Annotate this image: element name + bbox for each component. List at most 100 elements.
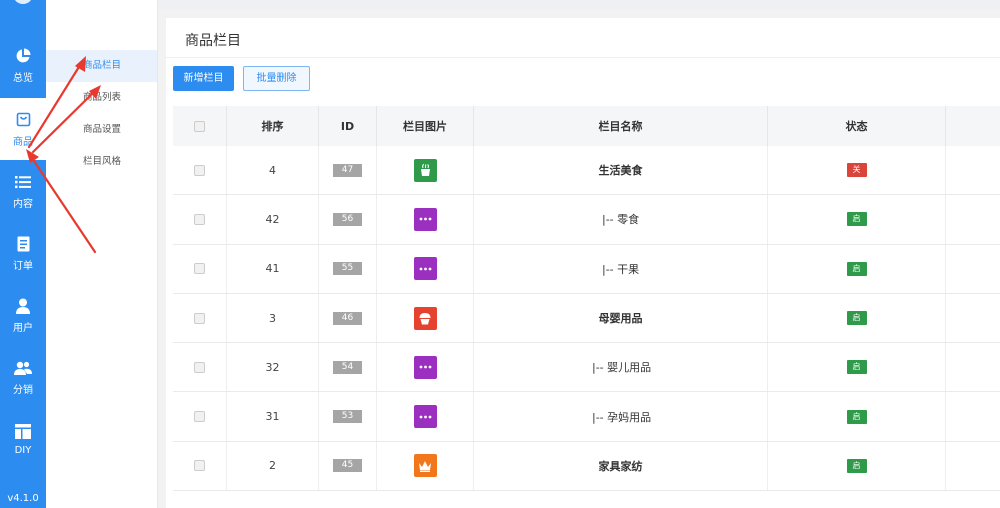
nav-overview[interactable]: 总览 xyxy=(0,34,46,96)
status-badge[interactable]: 启 xyxy=(846,409,867,424)
status-badge[interactable]: 启 xyxy=(846,458,867,473)
row-status-cell: 启 xyxy=(768,343,946,392)
nav-overview-label: 总览 xyxy=(13,72,33,84)
row-checkbox[interactable] xyxy=(194,312,205,324)
nav-distribution-label: 分销 xyxy=(13,384,33,396)
submenu-item-categories[interactable]: 商品栏目 xyxy=(46,50,157,82)
header-name: 栏目名称 xyxy=(474,106,768,146)
submenu-item-goods-settings[interactable]: 商品设置 xyxy=(46,114,157,146)
row-category-name: |-- 孕妈用品 xyxy=(592,410,652,424)
row-id-cell: 46 xyxy=(319,293,377,343)
nav-content-label: 内容 xyxy=(13,198,33,210)
table-row: 32 54 |-- 婴儿用品 启 xyxy=(173,343,1000,393)
row-checkbox[interactable] xyxy=(194,411,205,423)
select-all-checkbox[interactable] xyxy=(194,120,205,132)
nav-diy-label: DIY xyxy=(14,444,32,456)
row-image-cell xyxy=(377,392,474,441)
row-id-badge: 45 xyxy=(333,459,362,473)
dots-icon xyxy=(413,207,437,231)
cupcake-icon xyxy=(413,306,437,330)
row-category-name: |-- 干果 xyxy=(602,262,640,276)
row-checkbox[interactable] xyxy=(194,164,205,176)
submenu-item-category-style[interactable]: 栏目风格 xyxy=(46,146,157,178)
main-panel: 商品栏目 新增栏目 批量删除 排序 ID 栏目图片 栏目名称 状态 4 47 生活美… xyxy=(166,18,1000,508)
row-name-cell: |-- 干果 xyxy=(474,244,768,293)
row-category-name: 家具家纺 xyxy=(598,459,643,473)
row-checkbox[interactable] xyxy=(194,263,205,275)
dots-icon xyxy=(413,257,437,281)
status-badge[interactable]: 启 xyxy=(846,212,867,227)
category-table: 排序 ID 栏目图片 栏目名称 状态 4 47 生活美食关 42 56 |-- 零食启 41… xyxy=(173,106,1000,492)
users-icon xyxy=(14,359,32,377)
header-image: 栏目图片 xyxy=(377,106,474,146)
row-select-cell[interactable] xyxy=(173,343,227,392)
status-badge[interactable]: 启 xyxy=(846,360,867,375)
row-id-cell: 45 xyxy=(319,441,377,491)
row-actions-cell xyxy=(946,146,1000,194)
row-select-cell[interactable] xyxy=(173,244,227,293)
nav-users[interactable]: 用户 xyxy=(0,284,46,346)
row-checkbox[interactable] xyxy=(194,213,205,225)
row-name-cell: 家具家纺 xyxy=(474,441,768,491)
row-select-cell[interactable] xyxy=(173,195,227,244)
nav-orders-label: 订单 xyxy=(13,260,33,272)
row-image-cell xyxy=(377,293,474,343)
row-name-cell: |-- 婴儿用品 xyxy=(474,343,768,392)
row-select-cell[interactable] xyxy=(173,392,227,441)
row-image-cell xyxy=(377,244,474,293)
header-sort: 排序 xyxy=(227,106,319,146)
table-header: 排序 ID 栏目图片 栏目名称 状态 xyxy=(173,106,1000,146)
row-status-cell: 启 xyxy=(768,441,946,491)
status-badge[interactable]: 启 xyxy=(846,261,867,276)
row-actions-cell xyxy=(946,442,1000,490)
table-row: 41 55 |-- 干果 启 xyxy=(173,244,1000,294)
page-title: 商品栏目 xyxy=(185,33,241,49)
row-status-cell: 启 xyxy=(768,293,946,343)
row-select-cell[interactable] xyxy=(173,293,227,343)
row-sort-value: 3 xyxy=(227,293,319,343)
row-category-name: 母婴用品 xyxy=(598,312,643,326)
row-sort-value: 32 xyxy=(227,343,319,392)
row-id-badge: 46 xyxy=(333,311,362,325)
header-select-all[interactable] xyxy=(173,106,227,146)
add-category-button[interactable]: 新增栏目 xyxy=(173,66,234,91)
food-icon xyxy=(413,158,437,182)
goods-submenu: 商品栏目 商品列表 商品设置 栏目风格 xyxy=(46,0,158,508)
logo xyxy=(13,0,33,4)
row-actions-cell xyxy=(946,245,1000,293)
row-sort-value: 31 xyxy=(227,392,319,441)
row-status-cell: 启 xyxy=(768,195,946,244)
document-icon xyxy=(14,235,32,253)
row-select-cell[interactable] xyxy=(173,441,227,491)
nav-distribution[interactable]: 分销 xyxy=(0,346,46,408)
row-status-cell: 启 xyxy=(768,392,946,441)
submenu-item-goods-list[interactable]: 商品列表 xyxy=(46,82,157,114)
top-bar xyxy=(158,0,1000,10)
nav-diy[interactable]: DIY xyxy=(0,408,46,470)
nav-content[interactable]: 内容 xyxy=(0,160,46,222)
batch-delete-button[interactable]: 批量删除 xyxy=(243,66,310,91)
row-image-cell xyxy=(377,146,474,195)
row-checkbox[interactable] xyxy=(194,361,205,373)
dots-icon xyxy=(413,355,437,379)
row-checkbox[interactable] xyxy=(194,460,205,472)
status-badge[interactable]: 启 xyxy=(846,311,867,326)
nav-orders[interactable]: 订单 xyxy=(0,222,46,284)
table-row: 42 56 |-- 零食 启 xyxy=(173,195,1000,245)
row-actions-cell xyxy=(946,343,1000,391)
row-actions-cell xyxy=(946,294,1000,342)
version-label: v4.1.0 xyxy=(7,493,39,504)
row-sort-value: 41 xyxy=(227,244,319,293)
title-divider xyxy=(166,57,1000,58)
status-badge[interactable]: 关 xyxy=(846,163,867,178)
table-row: 2 45 家具家纺 启 xyxy=(173,441,1000,492)
dots-icon xyxy=(413,405,437,429)
row-select-cell[interactable] xyxy=(173,146,227,195)
layout-icon xyxy=(14,423,32,441)
header-id: ID xyxy=(319,106,377,146)
pie-chart-icon xyxy=(14,47,32,65)
header-status: 状态 xyxy=(768,106,946,146)
nav-goods[interactable]: 商品 xyxy=(0,98,46,160)
row-name-cell: 母婴用品 xyxy=(474,293,768,343)
row-status-cell: 关 xyxy=(768,146,946,195)
